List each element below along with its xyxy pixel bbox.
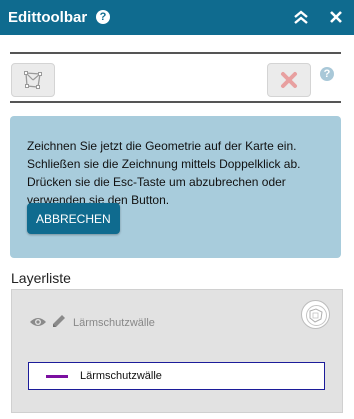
window-title: Edittoolbar — [8, 9, 88, 26]
edit-pencil-icon[interactable] — [51, 313, 67, 334]
titlebar: Edittoolbar ? — [0, 0, 354, 35]
red-x-icon — [281, 72, 297, 88]
polygon-draw-icon — [24, 71, 42, 89]
close-button[interactable] — [327, 8, 345, 26]
layer-item: Lärmschutzwälle Lärmschutzwälle — [11, 289, 343, 413]
cancel-drawing-button[interactable] — [267, 63, 311, 97]
info-text: Zeichnen Sie jetzt die Geometrie auf der… — [27, 139, 301, 207]
legend-entry: Lärmschutzwälle — [28, 362, 325, 390]
abbrechen-button[interactable]: ABBRECHEN — [27, 203, 120, 234]
tool-help-icon[interactable]: ? — [320, 67, 334, 81]
layer-thumbnail — [301, 300, 330, 329]
double-chevron-up-icon — [294, 10, 308, 24]
help-icon[interactable]: ? — [96, 10, 110, 24]
draw-polygon-button[interactable] — [11, 63, 55, 97]
layer-name: Lärmschutzwälle — [73, 317, 155, 329]
close-icon — [330, 11, 342, 23]
divider — [10, 101, 341, 103]
legend-label: Lärmschutzwälle — [80, 370, 162, 382]
info-panel: Zeichnen Sie jetzt die Geometrie auf der… — [10, 116, 341, 258]
divider — [10, 52, 341, 54]
layer-list-heading: Layerliste — [11, 270, 71, 286]
visibility-eye-icon[interactable] — [29, 315, 47, 333]
legend-line-symbol — [46, 375, 68, 378]
collapse-button[interactable] — [292, 9, 310, 25]
